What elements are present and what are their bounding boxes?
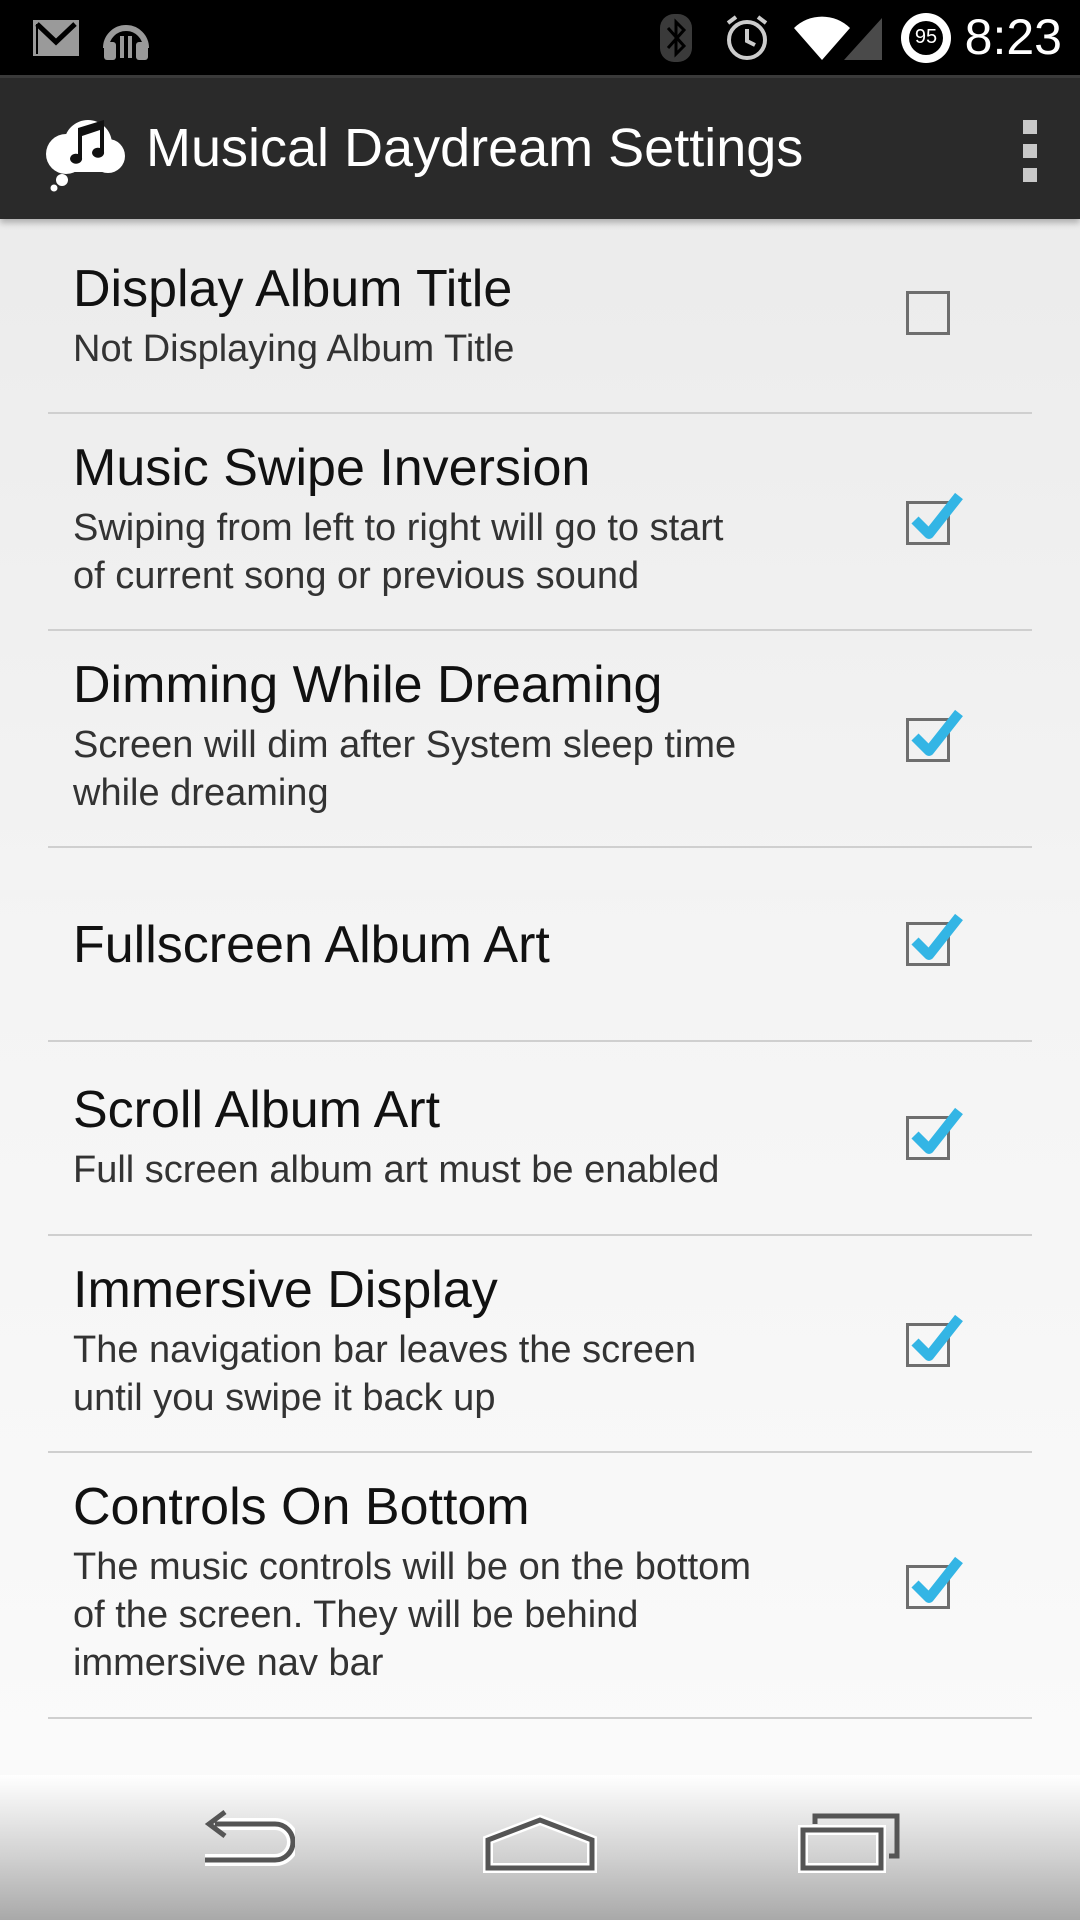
checkbox-checked[interactable]: [906, 913, 963, 966]
page-title: Musical Daydream Settings: [146, 118, 804, 178]
clock: 8:23: [964, 9, 1062, 65]
overflow-menu-icon[interactable]: [1020, 120, 1040, 182]
pref-title: Dimming While Dreaming: [73, 656, 663, 714]
checkmark-icon: [911, 709, 963, 756]
signal-icon: [842, 0, 886, 75]
bluetooth-icon: [654, 0, 698, 75]
checkbox-unchecked[interactable]: [906, 291, 950, 335]
checkmark-icon: [911, 1314, 963, 1361]
recent-apps-icon[interactable]: [770, 1805, 920, 1885]
pref-title: Music Swipe Inversion: [73, 439, 591, 497]
battery-level: 95: [914, 26, 938, 48]
pref-scroll-album-art[interactable]: Scroll Album Art Full screen album art m…: [48, 1042, 1032, 1236]
pref-summary: Full screen album art must be enabled: [73, 1149, 720, 1191]
music-cloud-icon[interactable]: [42, 108, 128, 192]
checkbox-checked[interactable]: [906, 1556, 963, 1609]
checkmark-icon: [911, 913, 963, 960]
navigation-bar: [0, 1775, 1080, 1920]
pref-summary: Screen will dim after System sleep time …: [73, 724, 737, 814]
checkbox-checked[interactable]: [906, 709, 963, 762]
gmail-icon: [28, 0, 84, 75]
pref-title: Display Album Title: [73, 260, 513, 318]
checkmark-icon: [911, 1556, 963, 1603]
pref-title: Immersive Display: [73, 1261, 498, 1319]
checkbox-checked[interactable]: [906, 1107, 963, 1160]
pref-immersive-display[interactable]: Immersive Display The navigation bar lea…: [48, 1236, 1032, 1453]
pref-title: Controls On Bottom: [73, 1478, 530, 1536]
pref-fullscreen-album-art[interactable]: Fullscreen Album Art: [48, 848, 1032, 1042]
pref-summary: Not Displaying Album Title: [73, 328, 515, 370]
checkmark-icon: [911, 1107, 963, 1154]
checkbox-checked[interactable]: [906, 492, 963, 545]
status-bar: 95 8:23: [0, 0, 1080, 75]
pref-summary: The music controls will be on the bottom…: [73, 1546, 751, 1684]
pref-summary: The navigation bar leaves the screen unt…: [73, 1329, 697, 1419]
home-icon[interactable]: [465, 1805, 615, 1885]
battery-icon: 95: [898, 0, 954, 75]
checkbox-checked[interactable]: [906, 1314, 963, 1367]
pref-summary: Swiping from left to right will go to st…: [73, 507, 724, 597]
pref-title: Fullscreen Album Art: [73, 916, 550, 974]
headphones-icon: [98, 0, 154, 75]
preference-list: Display Album Title Not Displaying Album…: [0, 219, 1080, 1719]
pref-dimming-while-dreaming[interactable]: Dimming While Dreaming Screen will dim a…: [48, 631, 1032, 848]
checkmark-icon: [911, 492, 963, 539]
pref-display-album-title[interactable]: Display Album Title Not Displaying Album…: [48, 219, 1032, 414]
alarm-icon: [720, 0, 774, 75]
back-icon[interactable]: [165, 1805, 315, 1885]
pref-music-swipe-inversion[interactable]: Music Swipe Inversion Swiping from left …: [48, 414, 1032, 631]
pref-controls-on-bottom[interactable]: Controls On Bottom The music controls wi…: [48, 1453, 1032, 1719]
pref-title: Scroll Album Art: [73, 1081, 441, 1139]
action-bar: Musical Daydream Settings: [0, 75, 1080, 219]
